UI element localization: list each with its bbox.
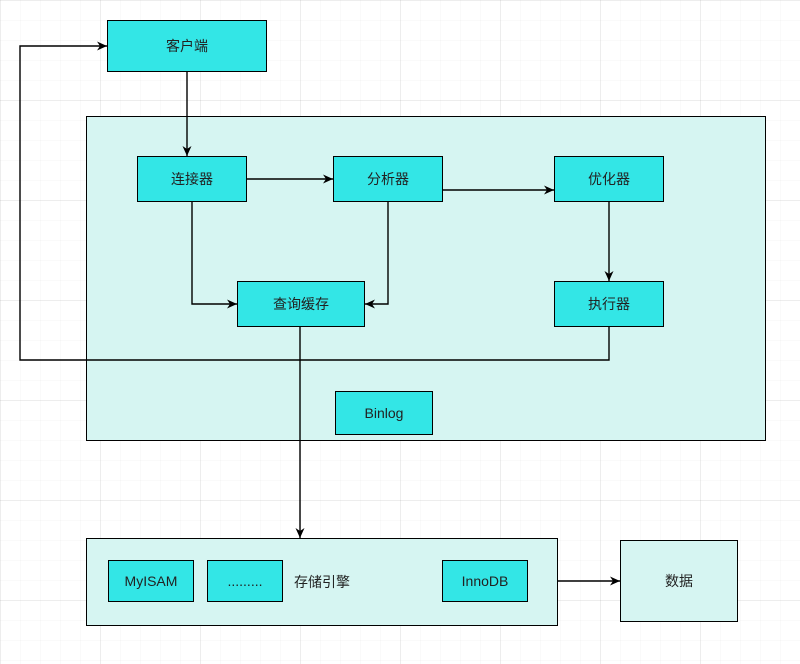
node-binlog-label: Binlog (365, 405, 404, 421)
node-storage-dots: ......... (207, 560, 283, 602)
node-optimizer: 优化器 (554, 156, 664, 202)
node-connector-label: 连接器 (171, 169, 213, 189)
node-executor-label: 执行器 (588, 294, 630, 314)
node-storage-innodb: InnoDB (442, 560, 528, 602)
node-binlog: Binlog (335, 391, 433, 435)
node-data-store-label: 数据 (665, 571, 693, 591)
node-parser-label: 分析器 (367, 169, 409, 189)
node-storage-dots-label: ......... (227, 573, 262, 589)
node-storage-innodb-label: InnoDB (462, 573, 509, 589)
diagram-canvas: 客户端 连接器 分析器 优化器 查询缓存 执行器 Binlog 存储引擎 MyI… (0, 0, 800, 664)
node-parser: 分析器 (333, 156, 443, 202)
node-executor: 执行器 (554, 281, 664, 327)
node-connector: 连接器 (137, 156, 247, 202)
storage-engines-label: 存储引擎 (294, 572, 350, 592)
node-data-store: 数据 (620, 540, 738, 622)
node-client-label: 客户端 (166, 36, 208, 56)
node-client: 客户端 (107, 20, 267, 72)
node-querycache: 查询缓存 (237, 281, 365, 327)
node-optimizer-label: 优化器 (588, 169, 630, 189)
node-storage-myisam-label: MyISAM (125, 573, 178, 589)
node-querycache-label: 查询缓存 (273, 294, 329, 314)
node-storage-myisam: MyISAM (108, 560, 194, 602)
